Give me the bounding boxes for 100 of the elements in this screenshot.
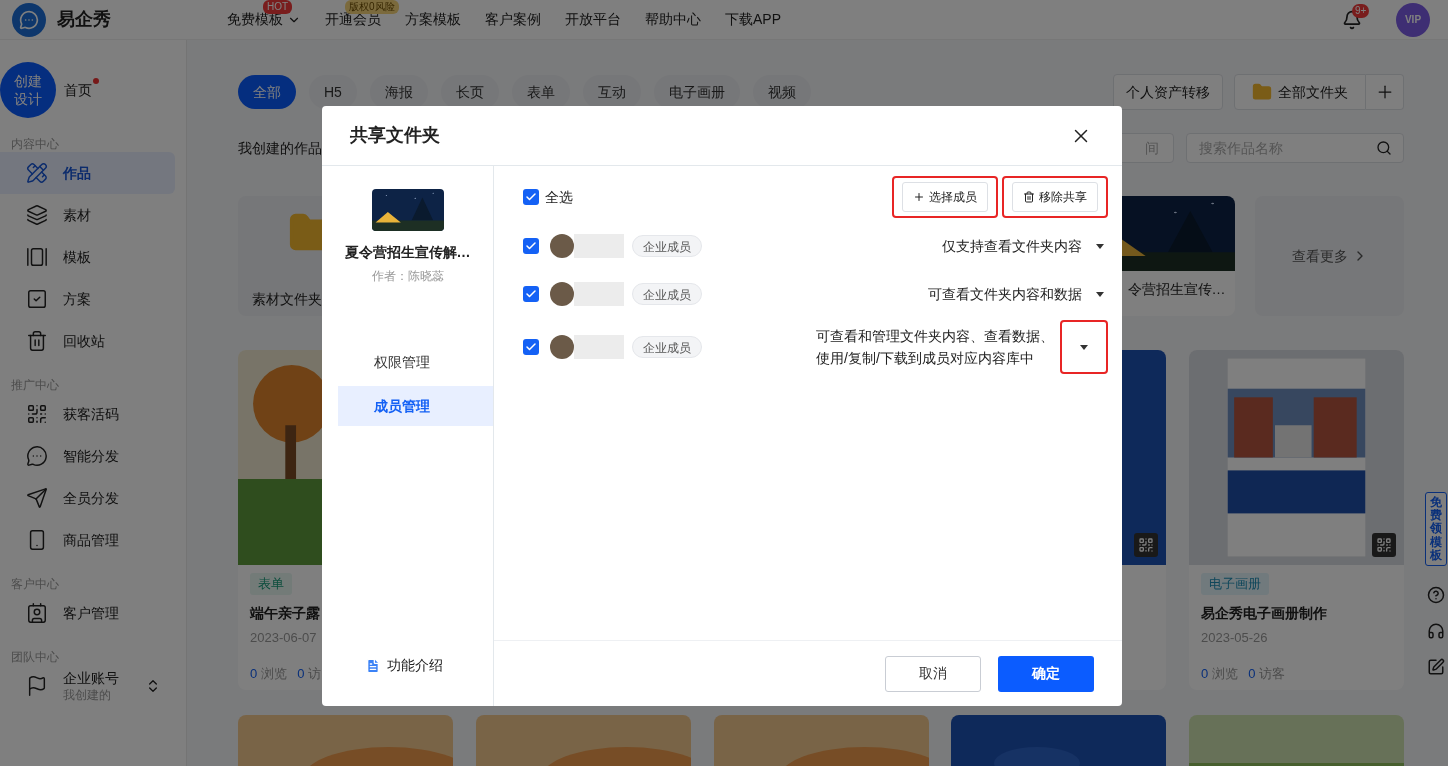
edit-icon[interactable] [1427, 657, 1445, 676]
sidebar-item[interactable]: 方案 [0, 278, 175, 320]
work-title: 易企秀电子画册制作 [1201, 604, 1327, 623]
qr-code-icon [1376, 537, 1392, 553]
dialog-title: 共享文件夹 [350, 124, 441, 147]
redaction-block [574, 234, 624, 258]
check-icon [525, 191, 537, 203]
checkbox[interactable] [523, 189, 539, 205]
home-link[interactable]: 首页 [64, 81, 92, 98]
folder-name: 素材文件夹 [252, 290, 322, 309]
sidebar-item[interactable]: 素材 [0, 194, 175, 236]
cancel-button[interactable]: 取消 [885, 655, 981, 692]
work-title: 令营招生宣传… [1127, 280, 1226, 299]
item-label: 企业账号 [63, 669, 120, 687]
sidebar-item[interactable]: 模板 [0, 236, 175, 278]
qr-code-icon [26, 403, 48, 425]
contact-card-icon [26, 602, 48, 624]
category-tag: 表单 [250, 573, 292, 595]
promo-tab[interactable]: 免费领模板 [1425, 492, 1447, 566]
plus-icon [913, 191, 925, 203]
checkbox[interactable] [523, 339, 539, 355]
item-label: 回收站 [63, 331, 105, 351]
nav-link[interactable]: 方案模板 [405, 9, 461, 30]
item-label: 客户管理 [63, 603, 119, 623]
select-all-label: 全选 [545, 187, 574, 207]
item-label: 方案 [63, 289, 91, 309]
member-tag: 企业成员 [632, 336, 702, 358]
item-label: 智能分发 [63, 446, 119, 466]
paper-plane-icon [26, 487, 48, 509]
chat-bubble-icon [26, 445, 48, 467]
visitor-count: 0 [1248, 664, 1256, 683]
sidebar-item[interactable]: 商品管理 [0, 519, 175, 561]
checkbox[interactable] [523, 238, 539, 254]
folder-select[interactable]: 全部文件夹 [1234, 74, 1366, 110]
sidebar-item[interactable]: 智能分发 [0, 435, 175, 477]
item-label: 获客活码 [63, 404, 119, 424]
add-folder-button[interactable] [1366, 74, 1404, 110]
item-label: 全员分发 [63, 488, 119, 508]
qr-code-button[interactable] [1372, 533, 1396, 557]
confirm-button[interactable]: 确定 [998, 655, 1094, 692]
section-title: 我创建的作品 [238, 138, 322, 158]
dialog-menu-item[interactable]: 成员管理 [338, 386, 493, 426]
pencil-ruler-icon [26, 162, 48, 184]
member-tag: 企业成员 [632, 235, 702, 257]
transfer-button[interactable]: 个人资产转移 [1113, 74, 1223, 110]
avatar [550, 335, 574, 359]
member-tag: 企业成员 [632, 283, 702, 305]
notification-badge: 9+ [1352, 3, 1370, 18]
trash-icon [26, 330, 48, 352]
headset-icon[interactable] [1427, 621, 1445, 640]
remove-share-button[interactable]: 移除共享 [1012, 182, 1098, 212]
filter-tab[interactable]: 海报 [369, 75, 428, 109]
filter-tab[interactable]: 全部 [238, 75, 296, 109]
logo-icon[interactable] [12, 2, 46, 37]
category-tag: 电子画册 [1201, 573, 1269, 595]
sidebar-item[interactable]: 客户管理 [0, 592, 175, 634]
work-title: 端午亲子露 [250, 604, 320, 623]
select-members-button[interactable]: 选择成员 [902, 182, 988, 212]
create-design-button[interactable]: 创建设计 [0, 62, 56, 118]
filter-tab[interactable]: 视频 [752, 75, 811, 109]
help-icon[interactable] [1427, 585, 1445, 604]
filter-tab[interactable]: 互动 [582, 75, 641, 109]
check-icon [525, 341, 537, 353]
check-icon [525, 240, 537, 252]
feature-intro-link[interactable]: 功能介绍 [364, 655, 451, 676]
avatar [550, 234, 574, 258]
item-label: 作品 [63, 163, 91, 183]
nav-link[interactable]: 客户案例 [485, 9, 541, 30]
dialog-menu-item[interactable]: 权限管理 [338, 342, 493, 382]
view-count: 0 [1201, 664, 1209, 683]
qr-code-button[interactable] [1134, 533, 1159, 557]
checklist-icon [26, 288, 48, 310]
item-label: 商品管理 [63, 530, 119, 550]
folder-icon [1252, 82, 1272, 102]
permission-label: 仅支持查看文件夹内容 [942, 237, 1082, 256]
sidebar-item[interactable]: 获客活码 [0, 393, 175, 435]
filter-tab[interactable]: 电子画册 [653, 75, 740, 109]
sidebar-item[interactable]: 作品 [0, 152, 175, 194]
permission-label: 可查看文件夹内容和数据 [928, 285, 1082, 304]
nav-badge: HOT [263, 0, 293, 14]
filter-tab[interactable]: 长页 [440, 75, 499, 109]
sidebar-item[interactable]: 全员分发 [0, 477, 175, 519]
nav-link[interactable]: 开放平台 [565, 9, 621, 30]
visitor-count: 0 [297, 664, 305, 683]
check-icon [525, 288, 537, 300]
qr-code-icon [1138, 537, 1155, 553]
nav-link[interactable]: 帮助中心 [645, 9, 701, 30]
filter-tab[interactable]: H5 [309, 75, 357, 109]
see-more-card[interactable]: 查看更多 [1255, 196, 1404, 316]
redaction-block [574, 282, 624, 306]
checkbox[interactable] [523, 286, 539, 302]
layers-icon [26, 204, 48, 226]
brand-name: 易企秀 [57, 8, 112, 31]
item-label: 模板 [63, 247, 91, 267]
flag-icon [26, 675, 48, 697]
search-icon [1376, 140, 1392, 156]
nav-link[interactable]: 下载APP [725, 9, 781, 30]
avatar[interactable]: VIP [1396, 2, 1430, 37]
sidebar-item[interactable]: 回收站 [0, 320, 175, 362]
filter-tab[interactable]: 表单 [511, 75, 570, 109]
